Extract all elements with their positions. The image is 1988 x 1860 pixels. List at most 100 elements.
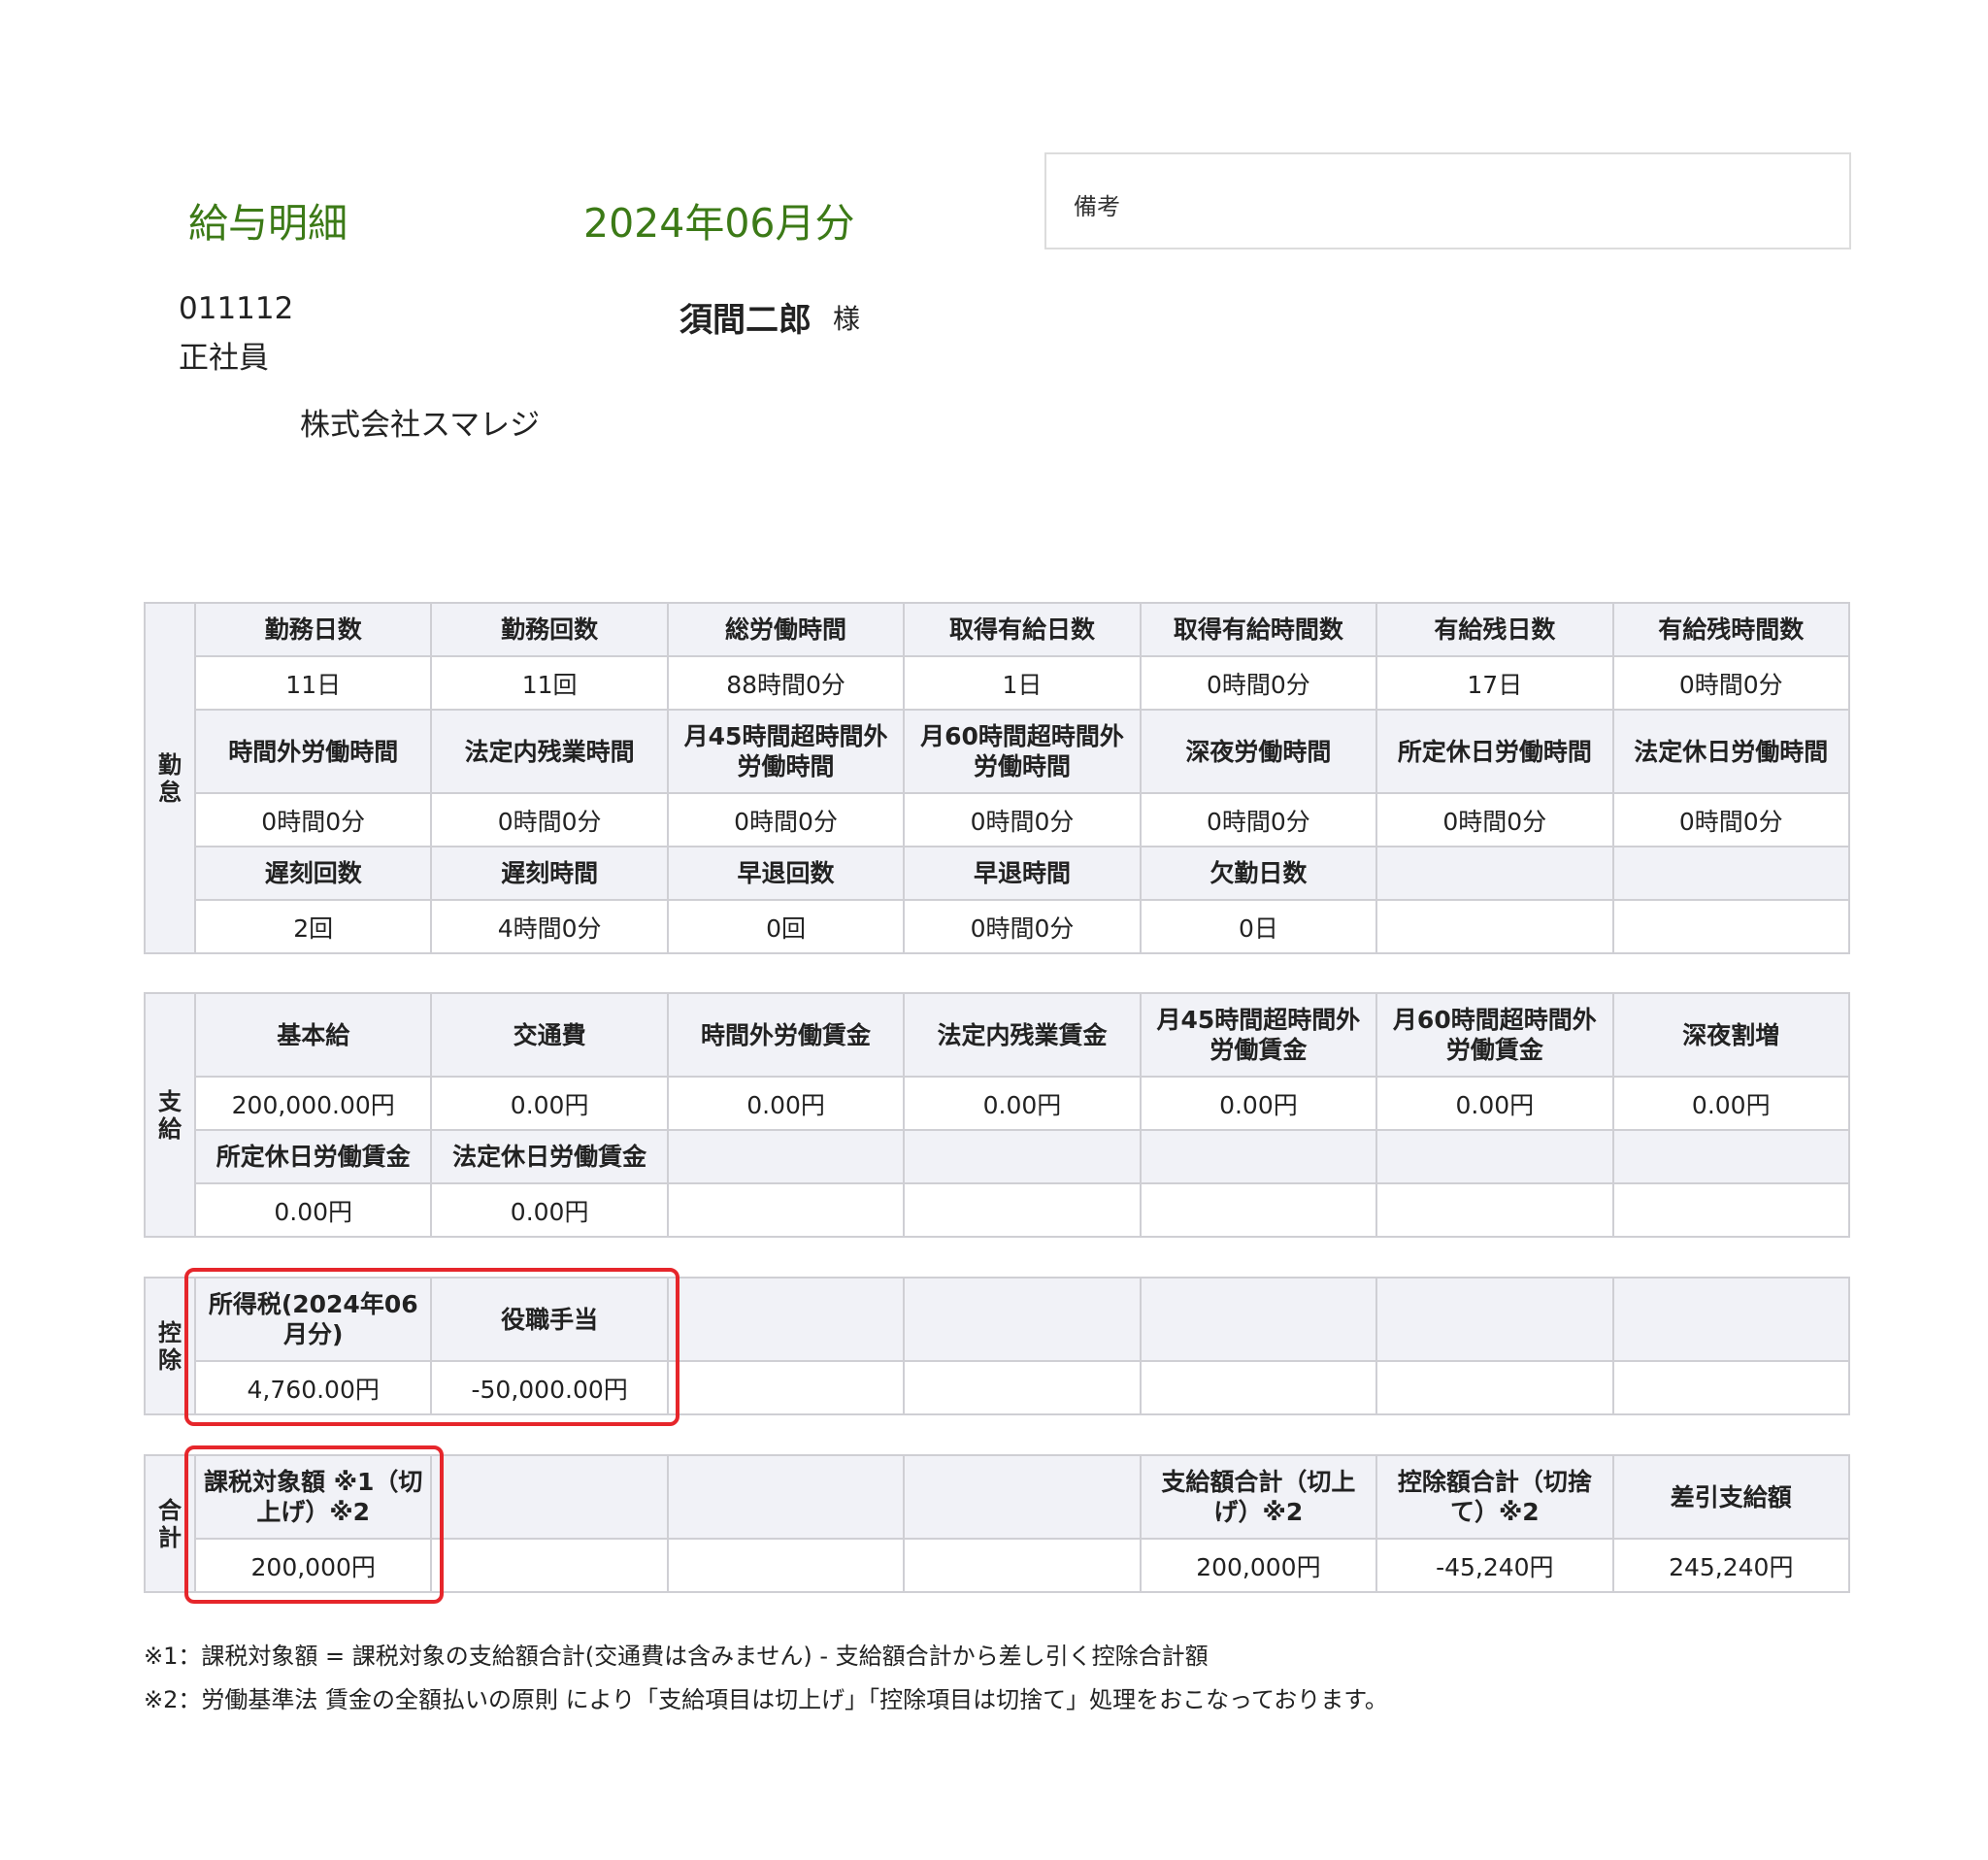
empty-cell xyxy=(1375,1277,1614,1362)
attendance-value: 11回 xyxy=(430,655,669,711)
total-header: 支給額合計（切上げ）※2 xyxy=(1139,1454,1378,1540)
attendance-value: 11日 xyxy=(193,655,433,711)
payments-side-label: 支給 xyxy=(144,992,196,1238)
empty-cell xyxy=(1375,1129,1614,1184)
empty-cell xyxy=(1139,1360,1378,1415)
deduction-value: 4,760.00円 xyxy=(193,1360,433,1415)
attendance-header: 早退回数 xyxy=(666,846,906,901)
empty-cell xyxy=(1375,1182,1614,1238)
attendance-value: 0時間0分 xyxy=(1611,792,1851,847)
attendance-value: 17日 xyxy=(1375,655,1614,711)
total-header: 控除額合計（切捨て）※2 xyxy=(1375,1454,1614,1540)
empty-cell xyxy=(666,1129,906,1184)
payment-header: 基本給 xyxy=(193,992,433,1078)
payment-header: 月45時間超時間外労働賃金 xyxy=(1139,992,1378,1078)
company-name: 株式会社スマレジ xyxy=(300,408,541,443)
attendance-header: 取得有給日数 xyxy=(903,602,1142,657)
empty-cell xyxy=(1611,1129,1851,1184)
footnote-2: ※2：労働基準法 賃金の全額払いの原則 により「支給項目は切上げ」「控除項目は切… xyxy=(144,1686,1388,1713)
remarks-label: 備考 xyxy=(1074,193,1120,220)
empty-cell xyxy=(903,1360,1142,1415)
total-value: 200,000円 xyxy=(1139,1538,1378,1593)
attendance-header: 時間外労働時間 xyxy=(193,709,433,794)
attendance-value: 0日 xyxy=(1139,899,1378,954)
employee-honorific: 様 xyxy=(833,303,861,335)
empty-cell xyxy=(430,1454,669,1540)
payments-table: 支給 基本給 交通費 時間外労働賃金 法定内残業賃金 月45時間超時間外労働賃金… xyxy=(144,992,1851,1238)
attendance-value: 0時間0分 xyxy=(1139,792,1378,847)
empty-cell xyxy=(1611,846,1851,901)
deduction-value: -50,000.00円 xyxy=(430,1360,669,1415)
empty-cell xyxy=(1611,1277,1851,1362)
payment-value: 0.00円 xyxy=(430,1182,669,1238)
empty-cell xyxy=(1611,1182,1851,1238)
empty-cell xyxy=(1375,899,1614,954)
payment-header: 交通費 xyxy=(430,992,669,1078)
attendance-header: 欠勤日数 xyxy=(1139,846,1378,901)
attendance-header: 遅刻回数 xyxy=(193,846,433,901)
payment-header: 時間外労働賃金 xyxy=(666,992,906,1078)
attendance-header: 所定休日労働時間 xyxy=(1375,709,1614,794)
total-header: 差引支給額 xyxy=(1611,1454,1851,1540)
remarks-box: 備考 xyxy=(1044,152,1851,249)
deductions-table: 控除 所得税(2024年06月分) 役職手当 4,760.00円 -50,000… xyxy=(144,1277,1851,1415)
deduction-header: 所得税(2024年06月分) xyxy=(193,1277,433,1362)
attendance-header: 勤務回数 xyxy=(430,602,669,657)
empty-cell xyxy=(903,1182,1142,1238)
attendance-value: 0時間0分 xyxy=(193,792,433,847)
attendance-value: 0時間0分 xyxy=(1375,792,1614,847)
attendance-header: 有給残日数 xyxy=(1375,602,1614,657)
attendance-value: 0時間0分 xyxy=(1611,655,1851,711)
empty-cell xyxy=(1611,1360,1851,1415)
attendance-value: 0時間0分 xyxy=(903,899,1142,954)
empty-cell xyxy=(903,1129,1142,1184)
attendance-header: 法定休日労働時間 xyxy=(1611,709,1851,794)
payslip-period: 2024年06月分 xyxy=(583,200,855,247)
attendance-value: 2回 xyxy=(193,899,433,954)
total-header: 課税対象額 ※1（切上げ）※2 xyxy=(193,1454,433,1540)
empty-cell xyxy=(666,1182,906,1238)
attendance-header: 月60時間超時間外労働時間 xyxy=(903,709,1142,794)
empty-cell xyxy=(1139,1182,1378,1238)
deduction-header: 役職手当 xyxy=(430,1277,669,1362)
attendance-side-label: 勤怠 xyxy=(144,602,196,954)
attendance-table: 勤怠 勤務日数 勤務回数 総労働時間 取得有給日数 取得有給時間数 有給残日数 … xyxy=(144,602,1851,954)
total-value: 200,000円 xyxy=(193,1538,433,1593)
payment-value: 0.00円 xyxy=(903,1076,1142,1131)
payment-value: 0.00円 xyxy=(1375,1076,1614,1131)
totals-side-label: 合計 xyxy=(144,1454,196,1593)
empty-cell xyxy=(1375,846,1614,901)
payment-value: 0.00円 xyxy=(1139,1076,1378,1131)
attendance-value: 0時間0分 xyxy=(666,792,906,847)
deductions-side-label: 控除 xyxy=(144,1277,196,1415)
employee-name: 須間二郎 xyxy=(679,301,812,340)
attendance-header: 取得有給時間数 xyxy=(1139,602,1378,657)
payment-value: 0.00円 xyxy=(666,1076,906,1131)
attendance-header: 月45時間超時間外労働時間 xyxy=(666,709,906,794)
empty-cell xyxy=(666,1454,906,1540)
payment-header: 法定休日労働賃金 xyxy=(430,1129,669,1184)
empty-cell xyxy=(1139,1277,1378,1362)
empty-cell xyxy=(903,1277,1142,1362)
payment-header: 月60時間超時間外労働賃金 xyxy=(1375,992,1614,1078)
payment-value: 200,000.00円 xyxy=(193,1076,433,1131)
attendance-header: 有給残時間数 xyxy=(1611,602,1851,657)
payment-value: 0.00円 xyxy=(1611,1076,1851,1131)
attendance-header: 早退時間 xyxy=(903,846,1142,901)
attendance-value: 0時間0分 xyxy=(903,792,1142,847)
attendance-header: 総労働時間 xyxy=(666,602,906,657)
footnote-1: ※1：課税対象額 = 課税対象の支給額合計(交通費は含みません) - 支給額合計… xyxy=(144,1643,1209,1670)
empty-cell xyxy=(1139,1129,1378,1184)
payment-header: 法定内残業賃金 xyxy=(903,992,1142,1078)
total-value: -45,240円 xyxy=(1375,1538,1614,1593)
attendance-value: 1日 xyxy=(903,655,1142,711)
payslip-title: 給与明細 xyxy=(188,200,348,247)
empty-cell xyxy=(903,1538,1142,1593)
empty-cell xyxy=(430,1538,669,1593)
attendance-value: 0回 xyxy=(666,899,906,954)
empty-cell xyxy=(903,1454,1142,1540)
payment-value: 0.00円 xyxy=(193,1182,433,1238)
attendance-header: 法定内残業時間 xyxy=(430,709,669,794)
empty-cell xyxy=(666,1277,906,1362)
employment-type: 正社員 xyxy=(179,341,269,376)
